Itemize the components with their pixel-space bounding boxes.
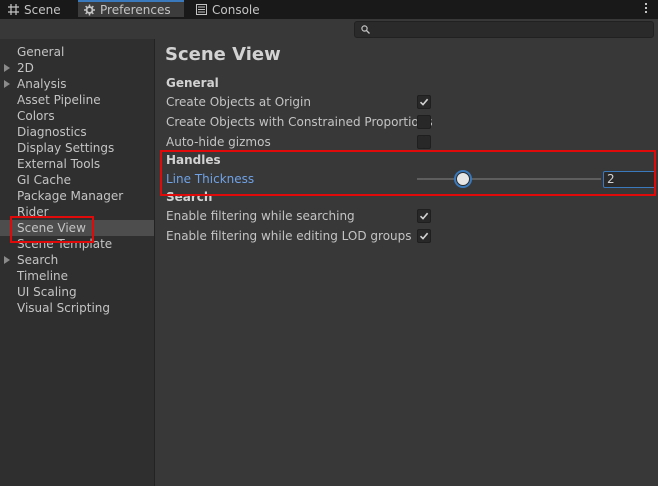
create-objects-constrained-checkbox[interactable]	[417, 115, 431, 129]
sidebar-item-gi-cache[interactable]: GI Cache	[17, 172, 71, 188]
page-title: Scene View	[165, 44, 281, 65]
more-options-icon[interactable]	[644, 3, 648, 15]
checkmark-icon	[419, 232, 429, 240]
console-icon	[196, 4, 207, 15]
sidebar-item-visual-scripting[interactable]: Visual Scripting	[17, 300, 110, 316]
expand-arrow-icon[interactable]	[4, 256, 10, 264]
sidebar-item-ui-scaling[interactable]: UI Scaling	[17, 284, 77, 300]
create-objects-constrained-label: Create Objects with Constrained Proporti…	[166, 115, 433, 129]
sidebar-item-timeline[interactable]: Timeline	[17, 268, 68, 284]
highlight-scene-view-item	[10, 216, 94, 243]
auto-hide-gizmos-label: Auto-hide gizmos	[166, 135, 271, 149]
sidebar-item-external-tools[interactable]: External Tools	[17, 156, 100, 172]
tab-preferences[interactable]: Preferences	[78, 0, 184, 17]
tab-console[interactable]: Console	[196, 0, 260, 19]
sidebar-item-display-settings[interactable]: Display Settings	[17, 140, 114, 156]
enable-filtering-lod-checkbox[interactable]	[417, 229, 431, 243]
create-objects-at-origin-checkbox[interactable]	[417, 95, 431, 109]
gear-icon	[84, 4, 95, 15]
create-objects-at-origin-label: Create Objects at Origin	[166, 95, 311, 109]
sidebar-item-package-manager[interactable]: Package Manager	[17, 188, 123, 204]
enable-filtering-lod-label: Enable filtering while editing LOD group…	[166, 229, 412, 243]
section-general-heading: General	[166, 76, 219, 90]
sidebar-item-diagnostics[interactable]: Diagnostics	[17, 124, 87, 140]
expand-arrow-icon[interactable]	[4, 80, 10, 88]
sidebar-item-asset-pipeline[interactable]: Asset Pipeline	[17, 92, 101, 108]
tab-console-label: Console	[212, 2, 260, 17]
sidebar-item-2d[interactable]: 2D	[17, 60, 34, 76]
settings-panel: Scene View General Create Objects at Ori…	[155, 39, 658, 486]
sidebar-item-search[interactable]: Search	[17, 252, 58, 268]
tab-preferences-label: Preferences	[100, 2, 171, 17]
sidebar-item-analysis[interactable]: Analysis	[17, 76, 66, 92]
tab-scene[interactable]: Scene	[8, 0, 61, 19]
enable-filtering-searching-label: Enable filtering while searching	[166, 209, 355, 223]
search-icon	[361, 25, 370, 34]
sidebar-item-colors[interactable]: Colors	[17, 108, 55, 124]
search-input[interactable]	[354, 21, 654, 38]
checkmark-icon	[419, 212, 429, 220]
highlight-handles-section	[160, 150, 656, 196]
grid-icon	[8, 4, 19, 15]
checkmark-icon	[419, 98, 429, 106]
tab-scene-label: Scene	[24, 2, 61, 17]
enable-filtering-searching-checkbox[interactable]	[417, 209, 431, 223]
expand-arrow-icon[interactable]	[4, 64, 10, 72]
auto-hide-gizmos-checkbox[interactable]	[417, 135, 431, 149]
sidebar-item-general[interactable]: General	[17, 44, 64, 60]
tab-bar: Scene Preferences Console	[0, 0, 658, 19]
preferences-sidebar: General 2D Analysis Asset Pipeline Color…	[0, 39, 155, 486]
